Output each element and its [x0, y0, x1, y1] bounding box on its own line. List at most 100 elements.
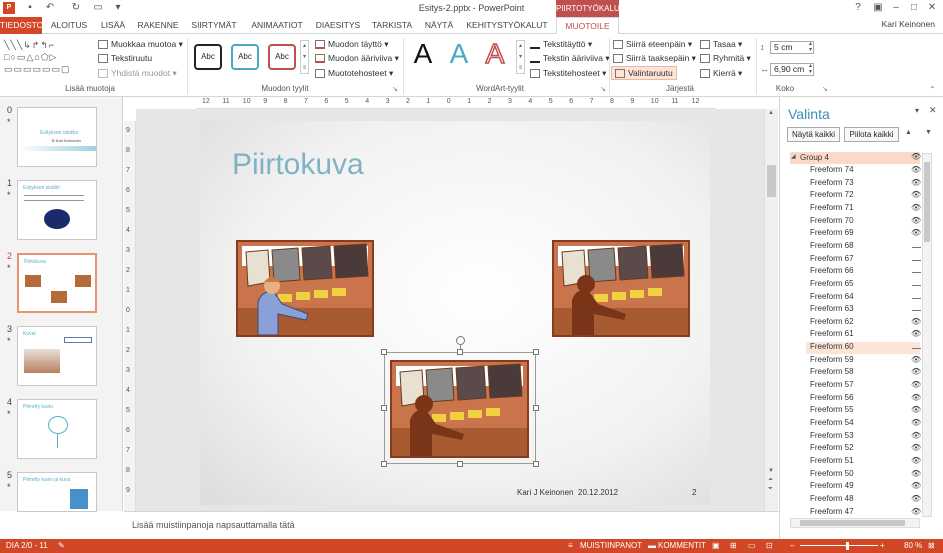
zoom-out-icon[interactable]: –	[790, 541, 794, 550]
selection-item[interactable]: Freeform 68	[810, 241, 910, 253]
selection-item[interactable]: Freeform 73	[810, 178, 910, 190]
selection-item[interactable]: Freeform 54	[810, 418, 910, 430]
eye-icon[interactable]: 👁	[911, 456, 921, 468]
selection-item[interactable]: Freeform 63	[810, 304, 910, 316]
selection-item[interactable]: Freeform 67	[810, 254, 910, 266]
resize-handle[interactable]	[533, 349, 539, 355]
maximize-button[interactable]: □	[906, 1, 922, 15]
presentation-icon[interactable]: ▭	[92, 2, 104, 14]
eye-icon[interactable]: 👁	[911, 355, 921, 367]
selection-item[interactable]: Freeform 71	[810, 203, 910, 215]
tab-format[interactable]: MUOTOILE	[556, 17, 619, 35]
slide-number-footer[interactable]: 2	[692, 488, 696, 497]
tab-transitions[interactable]: SIIRTYMÄT	[186, 17, 242, 34]
text-effects-button[interactable]: Tekstitehosteet ▾	[530, 67, 606, 80]
zoom-slider-thumb[interactable]	[846, 542, 849, 550]
eye-icon[interactable]: 👁	[911, 431, 921, 443]
slide-thumbnail-1[interactable]: Esityksen sisältö	[17, 180, 97, 240]
notes-area[interactable]: Lisää muistiinpanoja napsauttamalla tätä	[124, 511, 779, 539]
eye-icon[interactable]: 👁	[911, 165, 921, 177]
zoom-slider[interactable]	[800, 545, 878, 546]
eye-icon[interactable]: 👁	[911, 190, 921, 202]
eye-icon[interactable]: 👁	[911, 203, 921, 215]
slide-footer-date[interactable]: 20.12.2012	[578, 488, 618, 497]
eye-icon[interactable]: 👁	[911, 152, 921, 164]
shape-effects-button[interactable]: Muototehosteet ▾	[315, 67, 393, 80]
selection-item[interactable]: Freeform 62	[810, 317, 910, 329]
dialog-launcher-icon[interactable]: ↘	[392, 85, 398, 93]
clipart-control-room-color[interactable]	[236, 240, 374, 337]
slide-thumbnail-4[interactable]: Piirretty kuvio	[17, 399, 97, 459]
wordart-styles-scroll[interactable]: ▴ ▾ ≡	[516, 40, 525, 74]
edit-shape-button[interactable]: Muokkaa muotoa ▾	[98, 38, 183, 51]
slide-footer-author[interactable]: Kari J Keinonen	[517, 488, 573, 497]
tab-review[interactable]: TARKISTA	[368, 17, 416, 34]
bring-forward-button[interactable]: Siirrä eteenpäin ▾	[613, 38, 692, 51]
tab-animations[interactable]: ANIMAATIOT	[246, 17, 308, 34]
ribbon-display-icon[interactable]: ▣	[870, 1, 886, 15]
slide-thumbnail-0[interactable]: Esityksen otsikko B Kari Keinonen	[17, 107, 97, 167]
redo-icon[interactable]: ↻	[70, 2, 82, 14]
selection-item[interactable]: Freeform 72	[810, 190, 910, 202]
selection-item[interactable]: Freeform 69	[810, 228, 910, 240]
resize-handle[interactable]	[457, 349, 463, 355]
hidden-icon[interactable]	[912, 259, 921, 261]
selection-item[interactable]: Freeform 64	[810, 292, 910, 304]
selection-item[interactable]: Freeform 70	[810, 216, 910, 228]
tab-file[interactable]: TIEDOSTO	[0, 17, 43, 34]
eye-icon[interactable]: 👁	[911, 469, 921, 481]
width-input[interactable]: 6,90 cm	[770, 63, 814, 76]
hidden-icon[interactable]	[912, 348, 921, 350]
collapse-ribbon-icon[interactable]: ⌃	[929, 85, 936, 94]
eye-icon[interactable]: 👁	[911, 507, 921, 519]
selection-item[interactable]: Freeform 50	[810, 469, 910, 481]
wordart-black[interactable]: A	[408, 38, 438, 70]
tab-developer[interactable]: KEHITYSTYÖKALUT	[462, 17, 552, 34]
pane-options-icon[interactable]: ▾	[915, 106, 919, 115]
align-button[interactable]: Tasaa ▾	[700, 38, 742, 51]
scrollbar-thumb[interactable]	[767, 165, 776, 197]
selection-item[interactable]: Freeform 55	[810, 405, 910, 417]
help-button[interactable]: ?	[850, 1, 866, 15]
zoom-level[interactable]: 80 %	[904, 541, 922, 550]
dialog-launcher-icon[interactable]: ↘	[600, 85, 606, 93]
eye-icon[interactable]: 👁	[911, 481, 921, 493]
selection-item[interactable]: Freeform 57	[810, 380, 910, 392]
shape-style-black[interactable]: Abc	[194, 44, 222, 70]
tab-slideshow[interactable]: DIAESITYS	[312, 17, 364, 34]
selection-item[interactable]: Freeform 65	[810, 279, 910, 291]
eye-icon[interactable]: 👁	[911, 418, 921, 430]
send-backward-button[interactable]: Siirrä taaksepäin ▾	[613, 52, 696, 65]
height-spinner-icon[interactable]: ▴ ▾	[809, 41, 812, 53]
spellcheck-icon[interactable]: ✎	[58, 541, 65, 550]
collapse-icon[interactable]: ◢	[791, 153, 796, 160]
zoom-in-icon[interactable]: +	[880, 541, 885, 550]
customize-toolbar-icon[interactable]: ▾	[112, 2, 124, 14]
eye-icon[interactable]: 👁	[911, 178, 921, 190]
slide-thumbnail-2[interactable]: Piirtokuva	[17, 253, 97, 313]
selection-item[interactable]: Freeform 52	[810, 443, 910, 455]
resize-handle[interactable]	[381, 349, 387, 355]
slide-sorter-icon[interactable]: ⊞	[730, 541, 737, 550]
wordart-red-outline[interactable]: A	[480, 37, 510, 70]
minimize-button[interactable]: –	[888, 1, 904, 15]
move-up-icon[interactable]: ▲	[905, 129, 912, 136]
tab-home[interactable]: ALOITUS	[44, 17, 94, 34]
undo-icon[interactable]: ↶	[44, 2, 56, 14]
eye-icon[interactable]: 👁	[911, 367, 921, 379]
rotate-button[interactable]: Kierrä ▾	[700, 67, 742, 80]
move-down-icon[interactable]: ▼	[925, 129, 932, 136]
clipart-control-room-silhouette[interactable]	[552, 240, 690, 337]
text-box-button[interactable]: Tekstiruutu	[98, 52, 152, 65]
user-name[interactable]: Kari Keinonen	[882, 19, 935, 29]
resize-handle[interactable]	[381, 405, 387, 411]
hidden-icon[interactable]	[912, 246, 921, 248]
notes-button[interactable]: MUISTIINPANOT	[580, 541, 642, 550]
hide-all-button[interactable]: Piilota kaikki	[844, 127, 899, 142]
selection-item[interactable]: Freeform 60	[806, 342, 920, 355]
height-input[interactable]: 5 cm	[770, 41, 814, 54]
shape-style-red[interactable]: Abc	[268, 44, 296, 70]
hidden-icon[interactable]	[912, 310, 921, 312]
eye-icon[interactable]: 👁	[911, 443, 921, 455]
shape-gallery[interactable]: ╲╲╲↳↱↰⌐ □○▭△⌂⬠▷ ▭▭▭▭▭▭▢	[4, 39, 92, 79]
